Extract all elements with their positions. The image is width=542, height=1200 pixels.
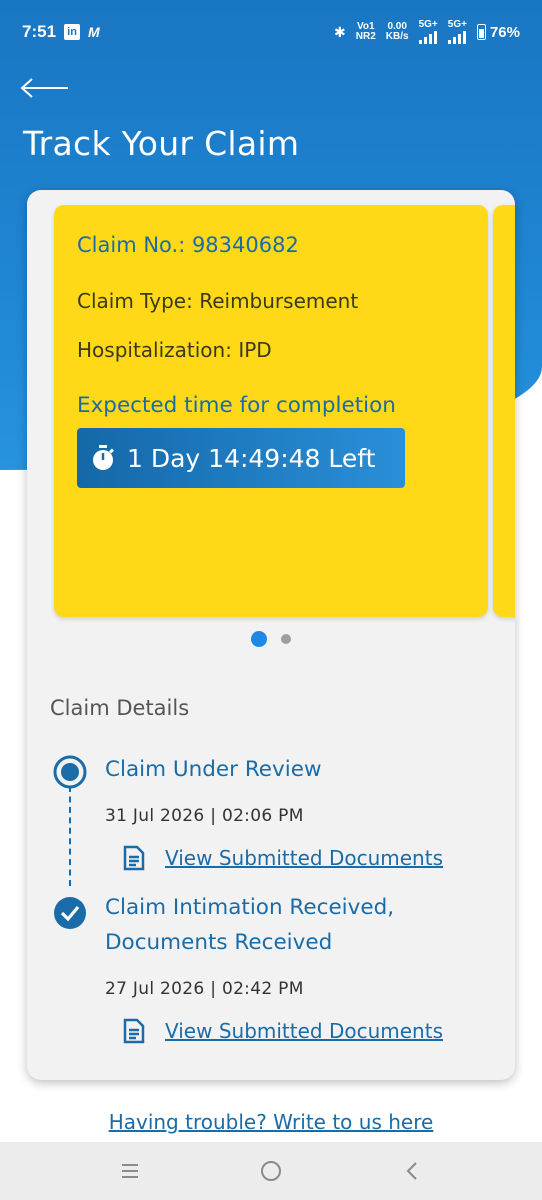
contact-support-link[interactable]: Having trouble? Write to us here [0,1110,542,1134]
battery-icon [476,24,486,40]
document-icon [123,1018,145,1044]
status-bar: 7:51 in M ✱ Vo1 NR2 0.00 KB/s 5G+ 5G+ 76… [0,0,542,64]
carousel-pager [27,631,515,647]
document-icon [123,845,145,871]
claim-summary-card[interactable]: Claim No.: 98340682 Claim Type: Reimburs… [54,205,488,617]
m-app-icon: M [88,24,100,40]
network-speed: 0.00 KB/s [386,22,409,42]
view-documents-label: View Submitted Documents [165,1019,443,1043]
claim-panel: Claim No.: 98340682 Claim Type: Reimburs… [27,190,515,1080]
menu-icon [122,1164,139,1178]
timeline-step-title-line2: Documents Received [105,930,333,955]
system-navigation-bar [0,1142,542,1200]
timeline-step-title: Claim Intimation Received, [105,895,395,920]
expected-completion-label: Expected time for completion [77,393,396,418]
next-claim-card-peek[interactable] [493,205,515,617]
battery-indicator: 76% [476,23,520,41]
system-back-button[interactable] [392,1151,432,1191]
chevron-left-icon [406,1162,417,1180]
current-step-icon [53,755,87,789]
claim-type: Claim Type: Reimbursement [77,289,359,313]
view-documents-label: View Submitted Documents [165,846,443,870]
back-arrow-icon [20,78,68,98]
back-button[interactable] [18,68,74,108]
timeline-connector [69,786,71,886]
signal-icon [447,30,467,44]
page-title: Track Your Claim [23,124,300,163]
signal-icon [418,30,438,44]
linkedin-icon: in [64,24,81,40]
countdown-text: 1 Day 14:49:48 Left [127,443,376,473]
countdown-timer: 1 Day 14:49:48 Left [77,428,405,488]
sim2-label: 5G+ [447,19,467,30]
volte-indicator: Vo1 NR2 [356,22,376,42]
status-right: ✱ Vo1 NR2 0.00 KB/s 5G+ 5G+ 76% [334,20,520,44]
status-left: 7:51 in M [22,22,100,42]
status-time: 7:51 [22,22,57,41]
speed-unit: KB/s [385,31,409,42]
timeline-step-date: 27 Jul 2026 | 02:42 PM [105,979,304,999]
timeline-step-date: 31 Jul 2026 | 02:06 PM [105,806,304,826]
battery-level: 76% [489,23,520,41]
view-documents-link[interactable]: View Submitted Documents [121,1018,443,1044]
home-button[interactable] [251,1151,291,1191]
timeline-step-title: Claim Under Review [105,757,322,782]
pager-dot[interactable] [281,634,291,644]
sim2-signal: 5G+ [447,19,467,44]
bluetooth-icon: ✱ [334,23,346,40]
hospitalization-type: Hospitalization: IPD [77,338,272,362]
home-circle-icon [260,1161,281,1181]
sim1-signal: 5G+ [418,19,438,44]
completed-step-icon [54,897,86,929]
claim-number: Claim No.: 98340682 [77,233,299,257]
volte-bottom: NR2 [355,31,376,42]
view-documents-link[interactable]: View Submitted Documents [121,845,443,871]
sim1-label: 5G+ [418,19,438,30]
recent-apps-button[interactable] [110,1151,150,1191]
claim-details-heading: Claim Details [50,696,190,720]
pager-dot-active[interactable] [251,631,267,647]
stopwatch-icon [93,445,114,470]
